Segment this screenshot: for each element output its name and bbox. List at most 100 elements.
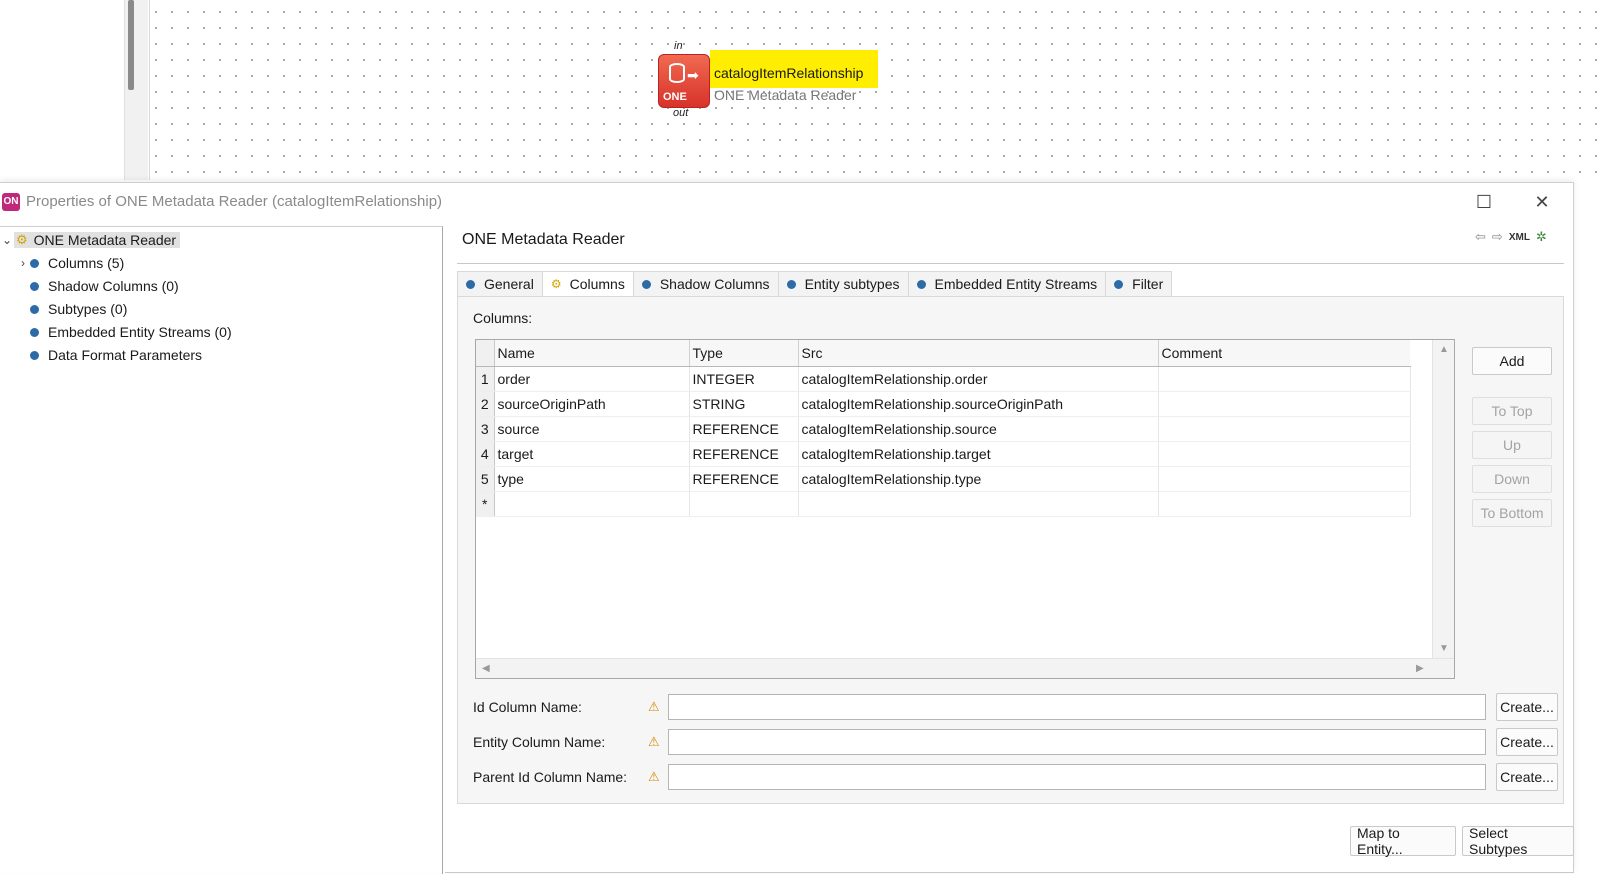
cell-comment[interactable]	[1158, 416, 1411, 442]
new-table-row[interactable]: *	[476, 491, 1411, 517]
node-port-in[interactable]: in	[674, 40, 683, 52]
create-entity-column-button[interactable]: Create...	[1496, 728, 1558, 756]
columns-tab-panel: Columns: Name Type Src Comment 1 order I…	[457, 296, 1564, 804]
create-id-column-button[interactable]: Create...	[1496, 693, 1558, 721]
bullet-icon	[786, 279, 796, 289]
cell-comment[interactable]	[1158, 391, 1411, 417]
bullet-icon	[466, 279, 475, 289]
table-row[interactable]: 4 target REFERENCE catalogItemRelationsh…	[476, 441, 1411, 467]
cell-comment[interactable]	[1158, 491, 1411, 517]
new-row-marker: *	[476, 491, 495, 517]
settings-gear-icon[interactable]: ✲	[1536, 229, 1547, 245]
cell-type[interactable]: INTEGER	[689, 366, 799, 392]
close-icon[interactable]: ✕	[1531, 191, 1553, 213]
dialog-titlebar[interactable]: ON Properties of ONE Metadata Reader (ca…	[0, 183, 1573, 220]
node-title[interactable]: catalogItemRelationship	[710, 50, 878, 88]
panel-toolbar: ⇦ ⇨ XML ✲	[1475, 229, 1547, 245]
scroll-down-icon[interactable]: ▼	[1439, 643, 1449, 654]
tab-general[interactable]: General	[457, 271, 543, 297]
palette-scrollbar-thumb[interactable]	[128, 0, 134, 90]
to-top-button[interactable]: To Top	[1472, 397, 1552, 425]
one-metadata-reader-node-icon[interactable]: ➡ ONE	[658, 54, 710, 108]
node-port-out[interactable]: out	[673, 107, 688, 119]
parent-id-column-name-input[interactable]	[668, 764, 1486, 790]
tab-shadow-columns[interactable]: Shadow Columns	[633, 271, 779, 297]
table-horizontal-scrollbar[interactable]: ◀ ▶	[476, 658, 1454, 678]
tree-item-data-format-parameters[interactable]: Data Format Parameters	[30, 344, 202, 366]
cell-name[interactable]: sourceOriginPath	[494, 391, 690, 417]
table-vertical-scrollbar[interactable]: ▲ ▼	[1432, 340, 1454, 658]
down-button[interactable]: Down	[1472, 465, 1552, 493]
id-column-name-label: Id Column Name:	[473, 699, 582, 715]
column-header-type[interactable]: Type	[689, 340, 799, 367]
cell-src[interactable]: catalogItemRelationship.type	[798, 466, 1159, 492]
cell-type[interactable]	[689, 491, 799, 517]
parent-id-column-name-row: Parent Id Column Name: ⚠	[473, 763, 666, 791]
bullet-icon	[30, 281, 39, 291]
row-number: 5	[476, 466, 495, 492]
table-row[interactable]: 2 sourceOriginPath STRING catalogItemRel…	[476, 391, 1411, 417]
cell-comment[interactable]	[1158, 366, 1411, 392]
node-subtitle: ONE Metadata Reader	[714, 87, 857, 103]
tab-label: Entity subtypes	[804, 276, 900, 292]
entity-column-name-input[interactable]	[668, 729, 1486, 755]
cell-src[interactable]	[798, 491, 1159, 517]
tree-item-columns[interactable]: › Columns (5)	[16, 252, 124, 274]
cell-comment[interactable]	[1158, 466, 1411, 492]
warning-icon: ⚠	[648, 769, 660, 784]
forward-arrow-icon[interactable]: ⇨	[1492, 229, 1503, 245]
tab-entity-subtypes[interactable]: Entity subtypes	[778, 271, 909, 297]
map-to-entity-button[interactable]: Map to Entity...	[1350, 825, 1456, 857]
tab-embedded-entity-streams[interactable]: Embedded Entity Streams	[908, 271, 1107, 297]
add-button[interactable]: Add	[1472, 347, 1552, 375]
xml-icon[interactable]: XML	[1509, 232, 1530, 243]
cell-comment[interactable]	[1158, 441, 1411, 467]
tab-filter[interactable]: Filter	[1106, 271, 1173, 297]
maximize-icon[interactable]: ☐	[1473, 191, 1495, 213]
tree-item-label: Data Format Parameters	[48, 347, 203, 363]
select-subtypes-button[interactable]: Select Subtypes	[1462, 825, 1574, 857]
cell-src[interactable]: catalogItemRelationship.sourceOriginPath	[798, 391, 1159, 417]
tree-item-shadow-columns[interactable]: Shadow Columns (0)	[30, 275, 179, 297]
cell-type[interactable]: REFERENCE	[689, 441, 799, 467]
to-bottom-button[interactable]: To Bottom	[1472, 499, 1552, 527]
scroll-up-icon[interactable]: ▲	[1439, 344, 1449, 355]
cell-name[interactable]: target	[494, 441, 690, 467]
cell-type[interactable]: REFERENCE	[689, 416, 799, 442]
chevron-down-icon[interactable]: ⌄	[0, 233, 14, 247]
cell-name[interactable]: type	[494, 466, 690, 492]
column-header-name[interactable]: Name	[494, 340, 690, 367]
id-column-name-input[interactable]	[668, 694, 1486, 720]
cell-src[interactable]: catalogItemRelationship.target	[798, 441, 1159, 467]
tree-item-embedded-entity-streams[interactable]: Embedded Entity Streams (0)	[30, 321, 232, 343]
tab-columns[interactable]: ⚙ Columns	[542, 271, 634, 297]
cell-name[interactable]: source	[494, 416, 690, 442]
scroll-left-icon[interactable]: ◀	[482, 663, 490, 674]
cell-name[interactable]: order	[494, 366, 690, 392]
cell-type[interactable]: STRING	[689, 391, 799, 417]
column-header-src[interactable]: Src	[798, 340, 1159, 367]
chevron-right-icon[interactable]: ›	[16, 256, 30, 270]
table-row[interactable]: 1 order INTEGER catalogItemRelationship.…	[476, 366, 1411, 392]
scroll-right-icon[interactable]: ▶	[1416, 663, 1424, 674]
panel-heading: ONE Metadata Reader	[462, 231, 625, 248]
tree-root[interactable]: ⌄ ⚙ ONE Metadata Reader	[0, 229, 181, 251]
tree-item-subtypes[interactable]: Subtypes (0)	[30, 298, 127, 320]
properties-tree: ⌄ ⚙ ONE Metadata Reader › Columns (5) Sh…	[0, 226, 443, 874]
cell-name[interactable]	[494, 491, 690, 517]
table-row[interactable]: 5 type REFERENCE catalogItemRelationship…	[476, 466, 1411, 492]
cell-type[interactable]: REFERENCE	[689, 466, 799, 492]
column-header-comment[interactable]: Comment	[1158, 340, 1410, 367]
cell-src[interactable]: catalogItemRelationship.order	[798, 366, 1159, 392]
table-row[interactable]: 3 source REFERENCE catalogItemRelationsh…	[476, 416, 1411, 442]
app-logo-icon: ON	[2, 192, 20, 211]
tab-label: Filter	[1132, 276, 1164, 292]
create-parent-id-column-button[interactable]: Create...	[1496, 763, 1558, 791]
back-arrow-icon[interactable]: ⇦	[1475, 229, 1486, 245]
tree-item-label: Columns (5)	[48, 255, 125, 271]
tree-root-label: ONE Metadata Reader	[33, 232, 177, 248]
database-icon	[669, 63, 685, 83]
up-button[interactable]: Up	[1472, 431, 1552, 459]
bullet-icon	[30, 327, 39, 337]
cell-src[interactable]: catalogItemRelationship.source	[798, 416, 1159, 442]
